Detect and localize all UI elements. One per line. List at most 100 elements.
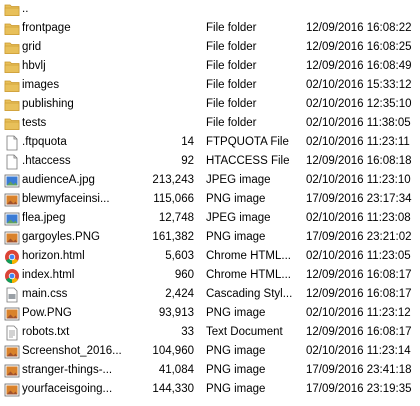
file-date-modified: 17/09/2016 23:19:35 bbox=[306, 383, 412, 395]
file-name: .ftpquota bbox=[22, 136, 67, 148]
file-size: 104,960 bbox=[152, 345, 194, 357]
file-row[interactable]: main.css 2,424 Cascading Styl... 12/09/2016… bbox=[0, 286, 420, 305]
file-row[interactable]: stranger-things-... 41,084 PNG image 17/09/… bbox=[0, 362, 420, 381]
css-file-icon bbox=[4, 287, 20, 303]
blank-file-icon bbox=[4, 154, 20, 170]
file-size: 93,913 bbox=[158, 307, 194, 319]
file-row[interactable]: index.html 960 Chrome HTML... 12/09/2016 16… bbox=[0, 267, 420, 286]
jpeg-image-icon bbox=[4, 211, 20, 227]
file-row[interactable]: gargoyles.PNG 161,382 PNG image 17/09/2016 … bbox=[0, 229, 420, 248]
file-row[interactable]: frontpage File folder 12/09/2016 16:08:22 bbox=[0, 20, 420, 39]
file-type: PNG image bbox=[206, 383, 266, 395]
file-name: index.html bbox=[22, 269, 75, 281]
file-name: Pow.PNG bbox=[22, 307, 72, 319]
file-row[interactable]: Pow.PNG 93,913 PNG image 02/10/2016 11:23:1… bbox=[0, 305, 420, 324]
file-name: main.css bbox=[22, 288, 68, 300]
file-date-modified: 02/10/2016 11:38:05 bbox=[306, 117, 411, 129]
file-name: blewmyfaceinsi... bbox=[22, 193, 110, 205]
file-size: 92 bbox=[181, 155, 194, 167]
file-row[interactable]: .. bbox=[0, 1, 420, 20]
file-date-modified: 12/09/2016 16:08:25 bbox=[306, 41, 412, 53]
file-type: PNG image bbox=[206, 345, 266, 357]
file-size: 33 bbox=[181, 326, 194, 338]
file-type: PNG image bbox=[206, 364, 266, 376]
file-date-modified: 02/10/2016 12:35:10 bbox=[306, 98, 412, 110]
png-image-icon bbox=[4, 344, 20, 360]
folder-icon bbox=[4, 78, 20, 94]
file-date-modified: 12/09/2016 16:08:18 bbox=[306, 155, 412, 167]
file-name: hbvlj bbox=[22, 60, 46, 72]
file-size: 161,382 bbox=[152, 231, 194, 243]
file-type: File folder bbox=[206, 79, 257, 91]
file-size: 5,603 bbox=[165, 250, 194, 262]
file-type: PNG image bbox=[206, 231, 266, 243]
text-file-icon bbox=[4, 325, 20, 341]
file-row[interactable]: horizon.html 5,603 Chrome HTML... 02/10/201… bbox=[0, 248, 420, 267]
folder-up-icon bbox=[4, 2, 20, 18]
file-type: HTACCESS File bbox=[206, 155, 290, 167]
file-type: FTPQUOTA File bbox=[206, 136, 289, 148]
file-row[interactable]: flea.jpeg 12,748 JPEG image 02/10/2016 11:2… bbox=[0, 210, 420, 229]
folder-icon bbox=[4, 40, 20, 56]
file-date-modified: 02/10/2016 11:23:14 bbox=[306, 345, 411, 357]
file-name: flea.jpeg bbox=[22, 212, 66, 224]
file-type: File folder bbox=[206, 60, 257, 72]
file-size: 2,424 bbox=[165, 288, 194, 300]
file-date-modified: 02/10/2016 11:23:12 bbox=[306, 307, 411, 319]
file-name: robots.txt bbox=[22, 326, 70, 338]
file-type: JPEG image bbox=[206, 212, 271, 224]
file-date-modified: 12/09/2016 16:08:17 bbox=[306, 269, 412, 281]
file-row[interactable]: hbvlj File folder 12/09/2016 16:08:49 bbox=[0, 58, 420, 77]
file-date-modified: 02/10/2016 11:23:10 bbox=[306, 174, 411, 186]
file-date-modified: 02/10/2016 15:33:12 bbox=[306, 79, 412, 91]
png-image-icon bbox=[4, 230, 20, 246]
jpeg-image-icon bbox=[4, 173, 20, 189]
file-date-modified: 02/10/2016 11:23:05 bbox=[306, 250, 411, 262]
file-type: File folder bbox=[206, 98, 257, 110]
file-row[interactable]: audienceA.jpg 213,243 JPEG image 02/10/2016… bbox=[0, 172, 420, 191]
file-date-modified: 12/09/2016 16:08:22 bbox=[306, 22, 412, 34]
png-image-icon bbox=[4, 363, 20, 379]
file-row[interactable]: .ftpquota 14 FTPQUOTA File 02/10/2016 11:23… bbox=[0, 134, 420, 153]
file-name: tests bbox=[22, 117, 47, 129]
folder-icon bbox=[4, 21, 20, 37]
file-name: gargoyles.PNG bbox=[22, 231, 100, 243]
file-row[interactable]: tests File folder 02/10/2016 11:38:05 bbox=[0, 115, 420, 134]
folder-icon bbox=[4, 97, 20, 113]
file-row[interactable]: blewmyfaceinsi... 115,066 PNG image 17/09/2… bbox=[0, 191, 420, 210]
file-size: 14 bbox=[181, 136, 194, 148]
file-date-modified: 02/10/2016 11:23:11 bbox=[306, 136, 410, 148]
file-name: stranger-things-... bbox=[22, 364, 113, 376]
file-row[interactable]: robots.txt 33 Text Document 12/09/2016 16:0… bbox=[0, 324, 420, 343]
file-row[interactable]: .htaccess 92 HTACCESS File 12/09/2016 16:08… bbox=[0, 153, 420, 172]
file-name: horizon.html bbox=[22, 250, 85, 262]
file-size: 12,748 bbox=[158, 212, 194, 224]
chrome-icon bbox=[4, 249, 20, 265]
file-row[interactable]: publishing File folder 02/10/2016 12:35:10 bbox=[0, 96, 420, 115]
file-name: grid bbox=[22, 41, 42, 53]
file-size: 41,084 bbox=[158, 364, 194, 376]
file-date-modified: 12/09/2016 16:08:17 bbox=[306, 326, 412, 338]
file-size: 213,243 bbox=[152, 174, 194, 186]
png-image-icon bbox=[4, 382, 20, 398]
file-date-modified: 17/09/2016 23:21:02 bbox=[306, 231, 412, 243]
file-row[interactable]: grid File folder 12/09/2016 16:08:25 bbox=[0, 39, 420, 58]
file-date-modified: 02/10/2016 11:23:08 bbox=[306, 212, 411, 224]
file-date-modified: 12/09/2016 16:08:49 bbox=[306, 60, 412, 72]
file-date-modified: 17/09/2016 23:17:34 bbox=[306, 193, 412, 205]
file-type: PNG image bbox=[206, 193, 266, 205]
folder-icon bbox=[4, 59, 20, 75]
file-size: 115,066 bbox=[153, 193, 194, 205]
file-name: publishing bbox=[22, 98, 74, 110]
file-type: Text Document bbox=[206, 326, 283, 338]
file-date-modified: 17/09/2016 23:41:18 bbox=[306, 364, 412, 376]
file-row[interactable]: yourfaceisgoing... 144,330 PNG image 17/09/… bbox=[0, 381, 420, 400]
file-type: Cascading Styl... bbox=[206, 288, 293, 300]
file-name: yourfaceisgoing... bbox=[22, 383, 113, 395]
file-name: .. bbox=[22, 3, 29, 15]
file-name: images bbox=[22, 79, 60, 91]
file-type: File folder bbox=[206, 117, 257, 129]
png-image-icon bbox=[4, 306, 20, 322]
file-row[interactable]: images File folder 02/10/2016 15:33:12 bbox=[0, 77, 420, 96]
file-row[interactable]: Screenshot_2016... 104,960 PNG image 02/10/… bbox=[0, 343, 420, 362]
